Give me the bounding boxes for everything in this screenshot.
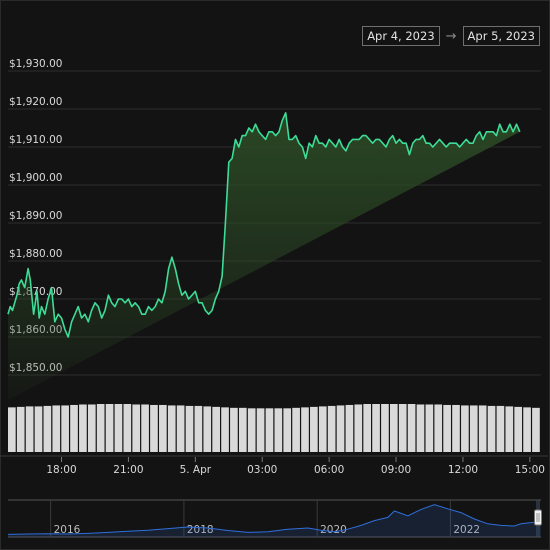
volume-bar	[363, 404, 372, 452]
volume-bar	[461, 405, 469, 452]
volume-bar	[354, 404, 363, 452]
volume-bar	[238, 407, 247, 452]
volume-bar	[389, 404, 398, 452]
volume-bar	[52, 405, 61, 452]
x-tick-label: 06:00	[314, 464, 344, 476]
y-tick-label: $1,920.00	[9, 96, 62, 108]
volume-bar	[496, 405, 505, 452]
price-area	[7, 112, 521, 401]
volume-bar	[132, 404, 141, 452]
x-tick-label: 09:00	[381, 464, 411, 476]
volume-bar	[407, 404, 416, 452]
volume-bar	[301, 407, 309, 452]
x-tick-label: 5. Apr	[180, 464, 212, 476]
y-tick-label: $1,910.00	[9, 134, 62, 146]
navigator[interactable]: 2016 2018 2020 2022	[7, 499, 542, 538]
volume-bar	[123, 404, 132, 452]
volume-bar	[141, 404, 149, 452]
volume-bar	[194, 405, 203, 452]
volume-bar	[452, 404, 460, 452]
volume-bar	[345, 404, 354, 452]
volume-bar	[70, 404, 78, 452]
volume-bar	[523, 407, 531, 452]
volume-bar	[425, 404, 434, 452]
volume-bar	[327, 405, 336, 452]
volume-bar	[318, 406, 327, 452]
volume-bar	[398, 404, 407, 452]
volume-bar	[167, 405, 176, 452]
y-tick-label: $1,900.00	[9, 172, 62, 184]
volume-bar	[283, 408, 292, 452]
price-area-fill	[8, 112, 520, 401]
volume-bar	[8, 407, 16, 452]
volume-bars	[0, 404, 548, 457]
volume-bar	[505, 406, 514, 452]
volume-bar	[43, 405, 52, 452]
volume-bar	[274, 408, 283, 452]
navigator-area	[8, 504, 541, 537]
volume-bar	[514, 406, 523, 452]
volume-bar	[381, 404, 389, 452]
volume-bar	[105, 404, 114, 452]
x-tick-label: 12:00	[448, 464, 478, 476]
volume-bar	[79, 404, 87, 452]
volume-bar	[487, 405, 496, 452]
volume-bar	[185, 405, 194, 452]
y-tick-label: $1,930.00	[9, 58, 62, 70]
volume-bar	[221, 407, 229, 452]
volume-bar	[256, 408, 265, 452]
volume-bar	[469, 405, 478, 452]
price-chart: $1,850.00$1,860.00$1,870.00$1,880.00$1,8…	[0, 58, 548, 538]
volume-bar	[372, 404, 380, 452]
x-tick-label: 15:00	[515, 464, 545, 476]
volume-bar	[230, 407, 238, 452]
volume-bar	[159, 404, 167, 452]
volume-bar	[34, 406, 43, 452]
volume-bar	[16, 406, 25, 452]
volume-bar	[434, 404, 443, 452]
x-tick-label: 21:00	[113, 464, 143, 476]
volume-bar	[310, 406, 318, 452]
x-axis: 18:00 21:00 5. Apr 03:00 06:00 09:00 12:00 15:0…	[46, 457, 545, 476]
volume-bar	[265, 408, 274, 452]
volume-bar	[25, 406, 34, 452]
volume-bar	[247, 408, 256, 452]
volume-bar	[478, 405, 487, 452]
volume-bar	[150, 404, 158, 452]
volume-bar	[61, 405, 69, 452]
y-tick-label: $1,880.00	[9, 248, 62, 260]
volume-bar	[416, 404, 425, 452]
x-tick-label: 03:00	[247, 464, 277, 476]
volume-bar	[443, 404, 451, 452]
volume-bar	[203, 406, 212, 452]
volume-bar	[176, 405, 185, 452]
x-tick-label: 18:00	[46, 464, 76, 476]
volume-bar	[212, 406, 220, 452]
volume-bar	[292, 407, 300, 452]
navigator-handle[interactable]	[534, 509, 542, 526]
volume-bar	[96, 404, 105, 452]
volume-bar	[336, 405, 345, 452]
volume-bar	[114, 404, 123, 452]
y-tick-label: $1,890.00	[9, 210, 62, 222]
volume-bar	[532, 407, 540, 452]
volume-bar	[87, 404, 96, 452]
